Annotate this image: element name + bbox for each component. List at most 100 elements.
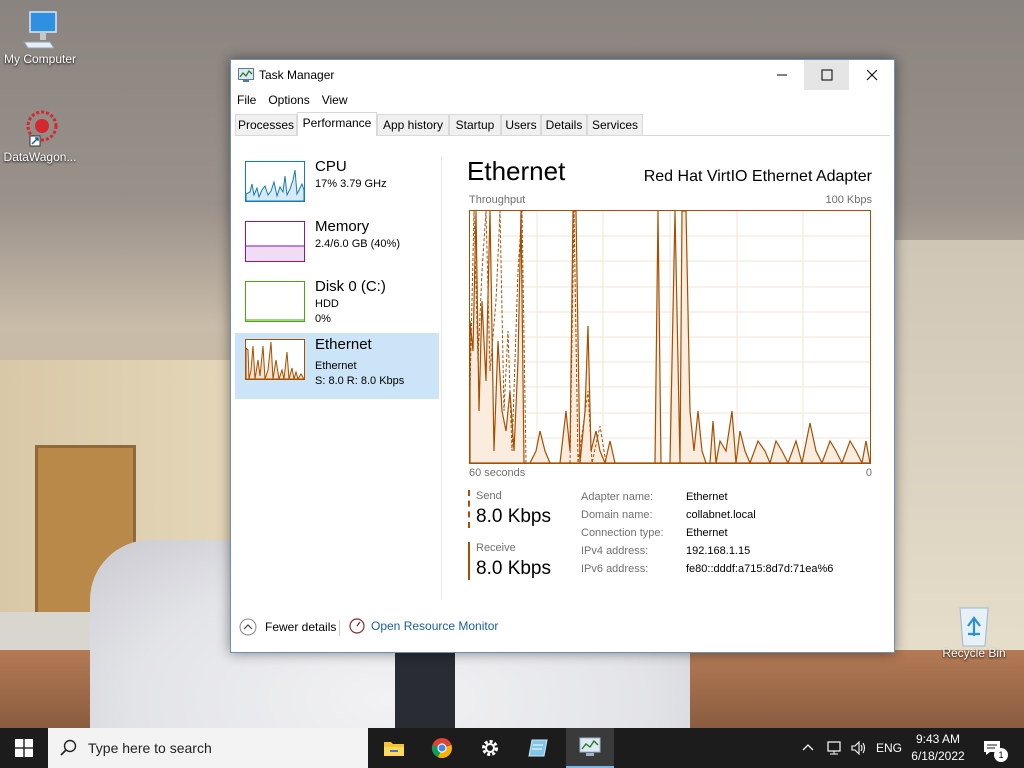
resource-name: Ethernet — [315, 336, 372, 353]
resource-item-memory[interactable]: Memory 2.4/6.0 GB (40%) — [235, 215, 439, 281]
taskbar-search-box[interactable]: Type here to search — [48, 728, 368, 768]
property-value: Ethernet — [686, 527, 728, 539]
resource-item-disk[interactable]: Disk 0 (C:) HDD 0% — [235, 275, 439, 341]
tab-processes[interactable]: Processes — [235, 114, 297, 135]
resource-name: CPU — [315, 158, 347, 175]
menu-options[interactable]: Options — [262, 90, 315, 110]
property-value: fe80::dddf:a715:8d7d:71ea%6 — [686, 563, 834, 575]
detail-title: Ethernet — [467, 156, 566, 186]
menu-view[interactable]: View — [316, 90, 354, 110]
datawagon-icon — [20, 108, 60, 148]
network-tray-button[interactable] — [826, 728, 844, 768]
minimize-button[interactable] — [759, 60, 804, 90]
background-tie — [395, 645, 455, 728]
graph-time-left: 60 seconds — [469, 467, 526, 479]
send-stat: Send 8.0 Kbps — [468, 490, 551, 528]
tab-users[interactable]: Users — [501, 114, 541, 135]
send-label: Send — [476, 490, 502, 502]
throughput-graph — [469, 210, 871, 465]
property-row: Connection type: Ethernet — [581, 527, 881, 545]
property-row: Adapter name: Ethernet — [581, 491, 881, 509]
minimize-icon — [776, 74, 787, 76]
max-scale-label: 100 Kbps — [825, 194, 872, 206]
chevron-up-icon — [802, 744, 814, 751]
property-key: IPv6 address: — [581, 563, 649, 575]
property-row: Domain name: collabnet.local — [581, 509, 881, 527]
maximize-icon — [821, 69, 832, 81]
property-row: IPv4 address: 192.168.1.15 — [581, 545, 881, 563]
tab-services[interactable]: Services — [587, 114, 643, 135]
clock-date: 6/18/2022 — [911, 749, 965, 763]
search-placeholder: Type here to search — [88, 740, 212, 756]
property-key: Domain name: — [581, 509, 653, 521]
desktop-icon-label: Recycle Bin — [942, 646, 1006, 660]
background-wall-right — [893, 240, 1024, 660]
title-bar[interactable]: Task Manager — [231, 60, 894, 90]
taskbar-file-explorer[interactable] — [370, 728, 418, 768]
resource-item-cpu[interactable]: CPU 17% 3.79 GHz — [235, 155, 439, 221]
resource-name: Memory — [315, 218, 370, 235]
network-icon — [827, 741, 841, 755]
desktop-icon-datawagon[interactable]: DataWagon... — [0, 108, 80, 164]
property-value: collabnet.local — [686, 509, 756, 521]
tab-details[interactable]: Details — [541, 114, 587, 135]
throughput-label: Throughput — [469, 194, 526, 206]
taskbar-clock[interactable]: 9:43 AM 6/18/2022 — [902, 731, 974, 765]
menu-file[interactable]: File — [231, 90, 262, 110]
language-indicator[interactable]: ENG — [876, 728, 902, 768]
tab-startup[interactable]: Startup — [449, 114, 501, 135]
open-resource-monitor-link[interactable]: Open Resource Monitor — [349, 618, 498, 634]
tab-bar: Processes Performance App history Startu… — [235, 112, 890, 136]
tab-app-history[interactable]: App history — [377, 114, 449, 135]
desktop-icon-label: My Computer — [3, 52, 77, 66]
action-center-button[interactable]: 1 — [982, 728, 1008, 768]
window-title: Task Manager — [259, 68, 335, 82]
desktop: My Computer DataWagon... Recycle Bin Tas… — [0, 0, 1024, 728]
resource-stat: 2.4/6.0 GB (40%) — [315, 238, 400, 250]
file-explorer-icon — [384, 742, 404, 756]
taskbar-settings[interactable] — [466, 728, 514, 768]
receive-label: Receive — [476, 542, 516, 554]
property-key: IPv4 address: — [581, 545, 649, 557]
desktop-icon-my-computer[interactable]: My Computer — [0, 10, 80, 66]
taskbar-chrome[interactable] — [418, 728, 466, 768]
send-value: 8.0 Kbps — [476, 506, 551, 527]
maximize-button[interactable] — [804, 60, 849, 90]
property-row: IPv6 address: fe80::dddf:a715:8d7d:71ea%6 — [581, 563, 881, 581]
volume-tray-button[interactable] — [850, 728, 868, 768]
property-key: Adapter name: — [581, 491, 654, 503]
volume-icon — [851, 740, 866, 756]
show-hidden-icons-button[interactable] — [802, 728, 814, 768]
footer-separator — [339, 620, 340, 636]
fewer-details-button[interactable]: Fewer details — [239, 618, 336, 636]
receive-value: 8.0 Kbps — [476, 558, 551, 579]
start-button[interactable] — [0, 728, 48, 768]
window-footer: Fewer details Open Resource Monitor — [231, 610, 894, 650]
resource-stat: S: 8.0 R: 8.0 Kbps — [315, 375, 405, 387]
taskbar: Type here to search ENG 9:43 AM 6/18/202… — [0, 728, 1024, 768]
pane-divider[interactable] — [441, 157, 442, 600]
property-value: 192.168.1.15 — [686, 545, 751, 557]
chevron-up-icon — [239, 618, 257, 636]
desktop-icon-recycle-bin[interactable]: Recycle Bin — [934, 604, 1014, 660]
chrome-icon — [431, 738, 452, 759]
ethernet-thumbnail-graph — [245, 339, 305, 381]
desktop-icon-label: DataWagon... — [3, 150, 77, 164]
graph-time-right: 0 — [865, 467, 872, 479]
taskbar-task-manager[interactable] — [566, 728, 614, 768]
resource-item-ethernet[interactable]: Ethernet Ethernet S: 8.0 R: 8.0 Kbps — [235, 333, 439, 399]
disk-thumbnail-graph — [245, 281, 305, 322]
notification-count-badge: 1 — [994, 748, 1008, 762]
task-manager-icon — [579, 737, 601, 756]
cpu-thumbnail-graph — [245, 161, 305, 202]
resource-stat: 17% 3.79 GHz — [315, 178, 387, 190]
taskbar-notepad[interactable] — [514, 728, 562, 768]
clock-time: 9:43 AM — [915, 732, 961, 746]
fewer-details-label: Fewer details — [265, 620, 337, 634]
close-button[interactable] — [849, 60, 894, 90]
tab-performance[interactable]: Performance — [297, 112, 377, 136]
memory-thumbnail-graph — [245, 221, 305, 262]
settings-icon — [482, 740, 498, 756]
search-icon — [60, 739, 77, 756]
resource-monitor-icon — [349, 618, 365, 634]
